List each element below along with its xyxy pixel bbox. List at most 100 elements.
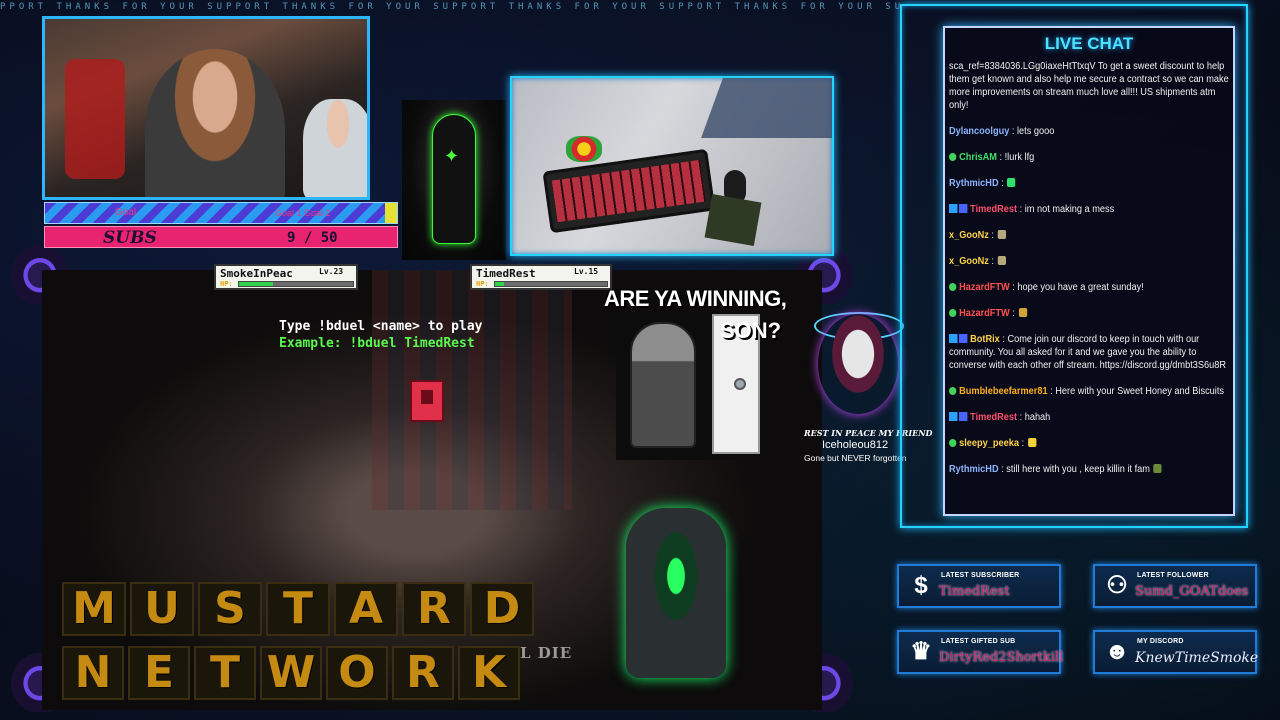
chat-text: :	[1018, 438, 1025, 449]
chat-message: sca_ref=8384036.LGg0iaxeHtTtxqV To get a…	[949, 60, 1230, 112]
live-chat-panel: LIVE CHAT sca_ref=8384036.LGg0iaxeHtTtxq…	[943, 26, 1235, 516]
memorial-name: Iceholeou812	[822, 439, 889, 451]
latest-gifted-heading: LATEST GIFTED SUB	[941, 638, 1016, 645]
skull-icon	[818, 314, 898, 414]
chat-message: HazardFTW : hope you have a great sunday…	[949, 281, 1230, 294]
chat-username[interactable]: TimedRest	[970, 412, 1017, 423]
chat-text: : hahah	[1017, 412, 1051, 423]
discord-value[interactable]: KnewTimeSmoke	[1135, 650, 1258, 666]
player1-plate: SmokeInPeac Lv.23 HP:	[214, 264, 358, 290]
chat-message: RythmicHD : still here with you , keep k…	[949, 463, 1230, 476]
chat-message: Bumblebeefarmer81 : Here with your Sweet…	[949, 385, 1230, 398]
logo-letter: M	[62, 582, 126, 636]
subs-value: 9 / 50	[287, 230, 338, 246]
mandalorian-figure	[630, 322, 696, 448]
live-chat-title: LIVE CHAT	[1044, 34, 1134, 53]
player2-plate: TimedRest Lv.15 HP:	[470, 264, 612, 290]
chat-username[interactable]: Dylancoolguy	[949, 126, 1009, 137]
chat-message-list: sca_ref=8384036.LGg0iaxeHtTtxqV To get a…	[949, 60, 1231, 489]
meme-caption-line2: SON?	[720, 318, 782, 343]
badge-icon	[949, 387, 957, 395]
logo-letter: D	[470, 582, 534, 636]
chat-text: :	[998, 178, 1004, 189]
armor-figure	[432, 114, 476, 244]
latest-follower-value: Sumd_GOATdoes	[1135, 584, 1249, 599]
badge-icon	[949, 439, 957, 447]
toy-flowers	[566, 136, 602, 162]
logo-letter: K	[458, 646, 520, 700]
chat-username[interactable]: HazardFTW	[959, 308, 1010, 319]
monitor	[701, 78, 832, 138]
duel-example: Example: !bduel TimedRest	[279, 336, 475, 351]
chat-message: ChrisAM : !lurk lfg	[949, 151, 1230, 164]
streamer	[145, 49, 285, 197]
logo-network: NETWORK	[62, 646, 520, 700]
chat-message: TimedRest : im not making a mess	[949, 203, 1230, 216]
chat-username[interactable]: sleepy_peeka	[959, 438, 1019, 449]
player2-level: Lv.15	[574, 267, 599, 276]
chat-message: HazardFTW :	[949, 307, 1230, 320]
chat-username[interactable]: ChrisAM	[959, 152, 997, 163]
chat-message: x_GooNz :	[949, 255, 1230, 268]
player2-hp-label: HP:	[476, 280, 489, 288]
logo-letter: U	[130, 582, 194, 636]
logo-letter: O	[326, 646, 388, 700]
robot-armor-image	[598, 498, 754, 688]
player2-name: TimedRest	[476, 267, 536, 280]
latest-gifted-widget: ♛ LATEST GIFTED SUB DirtyRed2Shortkill	[897, 630, 1064, 674]
player1-level: Lv.23	[319, 267, 344, 276]
chat-message: sleepy_peeka :	[949, 437, 1230, 450]
emote-icon	[1007, 178, 1016, 187]
badge-icon	[949, 153, 957, 161]
chat-text: :	[988, 230, 994, 241]
users-icon: ⚇	[1106, 572, 1128, 599]
keyboard	[542, 148, 716, 234]
chat-username[interactable]: TimedRest	[970, 204, 1017, 215]
latest-follower-widget: ⚇ LATEST FOLLOWER Sumd_GOATdoes	[1093, 564, 1257, 608]
pixel-card-sprite	[410, 380, 444, 422]
flag-background	[372, 270, 572, 510]
badge-icon	[949, 283, 957, 291]
chat-username[interactable]: HazardFTW	[959, 282, 1010, 293]
goal-progress-bar: Goal Goal 1 Goal 2	[44, 202, 398, 224]
chat-username[interactable]: Bumblebeefarmer81	[959, 386, 1047, 397]
leaf-icon: ✦	[444, 146, 460, 166]
logo-letter: T	[194, 646, 256, 700]
logo-letter: A	[334, 582, 398, 636]
logo-overlay-text: L DIE	[520, 644, 573, 662]
badge-icon	[949, 204, 968, 213]
chat-message: RythmicHD :	[949, 177, 1230, 190]
chat-username[interactable]: x_GooNz	[949, 256, 989, 267]
discord-widget[interactable]: ☻ MY DISCORD KnewTimeSmoke	[1093, 630, 1258, 674]
latest-gifted-value: DirtyRed2Shortkill	[939, 650, 1064, 665]
badge-icon	[949, 412, 968, 421]
mouse-pad	[704, 193, 762, 247]
emote-icon	[997, 256, 1006, 265]
player1-hp-bar	[238, 281, 354, 287]
chat-text: sca_ref=8384036.LGg0iaxeHtTtxqV To get a…	[949, 61, 1229, 111]
dollar-icon: $	[914, 572, 928, 599]
subs-goal-bar: SUBS 9 / 50	[44, 226, 398, 248]
chat-message: Dylancoolguy : lets gooo	[949, 125, 1230, 138]
chat-message: TimedRest : hahah	[949, 411, 1230, 424]
latest-subscriber-heading: LATEST SUBSCRIBER	[941, 572, 1020, 579]
green-armor-figure-image: ✦	[402, 100, 506, 260]
chat-username[interactable]: RythmicHD	[949, 464, 999, 475]
discord-icon: ☻	[1104, 638, 1130, 665]
player2-hp-bar	[494, 281, 608, 287]
goal-sub-text: Goal 1 Goal 2	[275, 208, 331, 218]
memorial-subtitle: Gone but NEVER forgotten	[804, 453, 907, 463]
support-ticker: PPORT THANKS FOR YOUR SUPPORT THANKS FOR…	[0, 2, 900, 12]
discord-heading: MY DISCORD	[1137, 638, 1184, 645]
gaming-chair	[65, 59, 125, 179]
chat-username[interactable]: x_GooNz	[949, 230, 989, 241]
logo-letter: S	[198, 582, 262, 636]
chat-username[interactable]: BotRix	[970, 334, 1000, 345]
emote-icon	[1153, 464, 1162, 473]
emote-icon	[1018, 308, 1027, 317]
player1-name: SmokeInPeac	[220, 267, 293, 280]
desk-camera-feed	[510, 76, 834, 256]
robot-figure	[626, 508, 726, 678]
chat-username[interactable]: RythmicHD	[949, 178, 999, 189]
logo-letter: N	[62, 646, 124, 700]
